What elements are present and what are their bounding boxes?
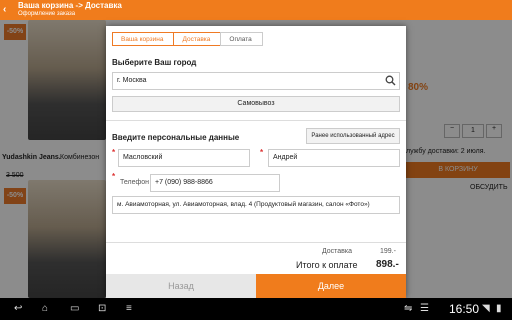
last-name-field[interactable]: Масловский [118,149,250,167]
delivery-cost-label: Доставка [321,248,352,255]
back-button[interactable]: Назад [106,274,256,298]
usb-icon: ⇋ [404,303,413,314]
address-field[interactable]: м. Авиамоторная, ул. Авиамоторная, влад.… [112,196,400,214]
previous-address-button[interactable]: Ранее использованный адрес [306,128,400,144]
screen-subtitle: Оформление заказа [18,11,76,17]
checkout-steps: Ваша корзина Доставка Оплата [112,32,263,46]
first-name-field[interactable]: Андрей [268,149,400,167]
home-nav-icon[interactable]: ⌂ [42,303,48,314]
system-navigation-bar: ↩ ⌂ ▭ ⊡ ≡ ⇋ ☰ 16:50 ◥ ▮ [0,298,512,320]
pickup-button[interactable]: Самовывоз [112,96,400,112]
battery-icon: ▮ [496,303,502,314]
menu-icon[interactable]: ≡ [126,303,132,314]
step-delivery[interactable]: Доставка [173,32,222,46]
back-nav-icon[interactable]: ↩ [14,303,22,314]
divider [106,242,406,243]
required-marker: * [260,148,264,157]
divider [106,120,406,121]
screenshot-icon[interactable]: ⊡ [98,303,106,314]
phone-field[interactable]: +7 (090) 988-8866 [150,174,280,192]
delivery-cost-value: 199.- [380,248,396,255]
required-marker: * [112,148,116,157]
step-payment[interactable]: Оплата [220,32,263,46]
action-bar: ‹ Ваша корзина -> Доставка Оформление за… [0,0,512,20]
wifi-icon: ◥ [482,303,490,314]
city-title: Выберите Ваш город [112,58,197,67]
personal-title: Введите персональные данные [112,133,240,142]
required-marker: * [112,172,116,181]
recent-apps-icon[interactable]: ▭ [70,303,79,314]
step-cart[interactable]: Ваша корзина [112,32,175,46]
city-input[interactable]: г. Москва [112,72,400,90]
total-value: 898.- [376,259,399,270]
checkout-dialog: Ваша корзина Доставка Оплата Выберите Ва… [106,26,406,298]
screen-title: Ваша корзина -> Доставка [18,1,122,10]
total-label: Итого к оплате [296,260,358,270]
search-icon[interactable] [385,75,396,86]
next-button[interactable]: Далее [256,274,406,298]
notification-icon: ☰ [420,303,429,314]
back-arrow-icon[interactable]: ‹ [3,4,6,15]
clock: 16:50 [449,302,480,316]
phone-label: Телефон [120,179,150,186]
